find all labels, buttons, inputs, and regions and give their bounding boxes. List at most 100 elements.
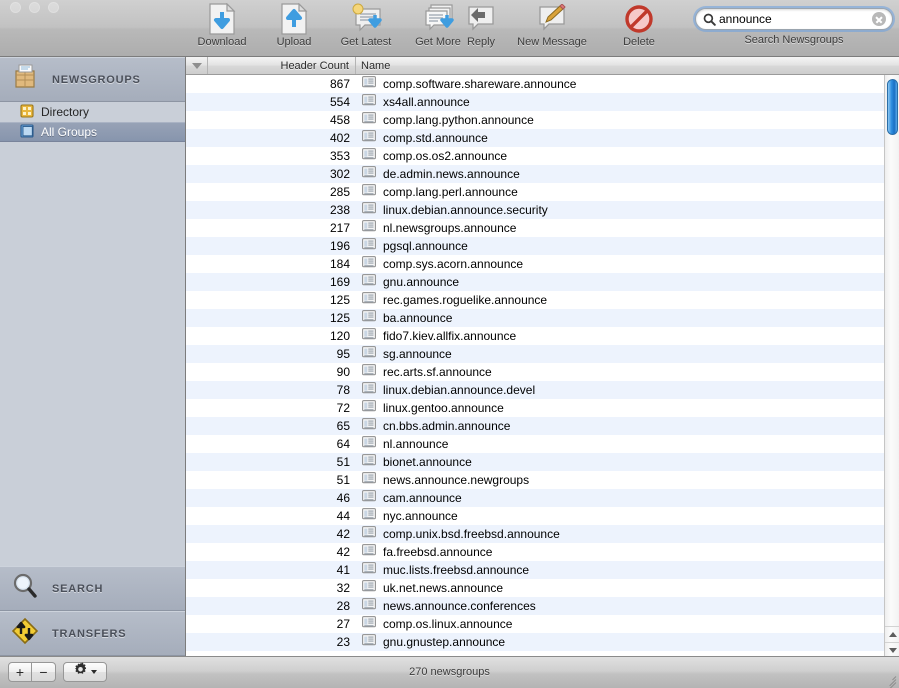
transfers-diamond-icon: [10, 616, 40, 651]
cell-name-label: comp.software.shareware.announce: [383, 77, 576, 91]
newsgroup-message-icon: [362, 634, 376, 650]
application-window: Download Upload: [0, 0, 899, 688]
cell-name-label: xs4all.announce: [383, 95, 470, 109]
table-row[interactable]: 120fido7.kiev.allfix.announce: [186, 327, 884, 345]
table-row[interactable]: 554xs4all.announce: [186, 93, 884, 111]
sort-column-header[interactable]: [186, 57, 208, 74]
cell-name: news.announce.newgroups: [356, 472, 884, 488]
scrollbar-thumb[interactable]: [887, 79, 898, 135]
table-row[interactable]: 64nl.announce: [186, 435, 884, 453]
newsgroup-message-icon: [362, 166, 376, 182]
table-row[interactable]: 90rec.arts.sf.announce: [186, 363, 884, 381]
table-row[interactable]: 42comp.unix.bsd.freebsd.announce: [186, 525, 884, 543]
close-button[interactable]: [10, 2, 21, 13]
sidebar-section-transfers[interactable]: TRANSFERS: [0, 611, 185, 656]
vertical-scrollbar[interactable]: [884, 75, 899, 656]
scroll-down-arrow-icon[interactable]: [885, 642, 899, 656]
newsgroup-message-icon: [362, 112, 376, 128]
cell-header-count: 41: [208, 563, 356, 577]
table-row[interactable]: 72 linux.gentoo.announce: [186, 399, 884, 417]
search-field[interactable]: [695, 8, 893, 30]
sidebar-section-search[interactable]: SEARCH: [0, 566, 185, 611]
table-row[interactable]: 285comp.lang.perl.announce: [186, 183, 884, 201]
cell-name: cam.announce: [356, 490, 884, 506]
newsgroup-message-icon: [362, 94, 376, 110]
table-row[interactable]: 27comp.os.linux.announce: [186, 615, 884, 633]
magnifier-icon: [10, 571, 40, 606]
table-row[interactable]: 46cam.announce: [186, 489, 884, 507]
newsgroup-message-icon: [362, 328, 376, 344]
table-row[interactable]: 44nyc.announce: [186, 507, 884, 525]
table-row[interactable]: 217nl.newsgroups.announce: [186, 219, 884, 237]
table-row[interactable]: 51news.announce.newgroups: [186, 471, 884, 489]
cell-name: muc.lists.freebsd.announce: [356, 562, 884, 578]
table-row[interactable]: 184comp.sys.acorn.announce: [186, 255, 884, 273]
table-row[interactable]: 32uk.net.news.announce: [186, 579, 884, 597]
scroll-up-arrow-icon[interactable]: [885, 626, 899, 642]
table-row[interactable]: 353comp.os.os2.announce: [186, 147, 884, 165]
cell-name-label: rec.games.roguelike.announce: [383, 293, 547, 307]
cell-name: comp.os.linux.announce: [356, 616, 884, 632]
cell-name-label: linux.gentoo.announce: [383, 401, 504, 415]
cell-header-count: 196: [208, 239, 356, 253]
cell-header-count: 46: [208, 491, 356, 505]
cell-header-count: 42: [208, 545, 356, 559]
table-row[interactable]: 196 pgsql.announce: [186, 237, 884, 255]
delete-button[interactable]: Delete: [603, 2, 675, 55]
cell-name: pgsql.announce: [356, 238, 884, 254]
cell-name: comp.lang.python.announce: [356, 112, 884, 128]
cell-name: xs4all.announce: [356, 94, 884, 110]
cell-name: linux.debian.announce.devel: [356, 382, 884, 398]
cell-header-count: 64: [208, 437, 356, 451]
zoom-button[interactable]: [48, 2, 59, 13]
cell-name-label: comp.lang.perl.announce: [383, 185, 518, 199]
table-row[interactable]: 65cn.bbs.admin.announce: [186, 417, 884, 435]
cell-name-label: ba.announce: [383, 311, 452, 325]
sidebar-header-newsgroups[interactable]: NEWSGROUPS: [0, 57, 185, 102]
cell-name-label: pgsql.announce: [383, 239, 468, 253]
cell-name-label: uk.net.news.announce: [383, 581, 503, 595]
minimize-button[interactable]: [29, 2, 40, 13]
cell-header-count: 72: [208, 401, 356, 415]
delete-prohibition-icon: [603, 2, 675, 36]
table-row[interactable]: 125ba.announce: [186, 309, 884, 327]
cell-name-label: news.announce.newgroups: [383, 473, 529, 487]
table-row[interactable]: 169gnu.announce: [186, 273, 884, 291]
resize-grip-icon[interactable]: [883, 672, 896, 685]
table-row[interactable]: 302de.admin.news.announce: [186, 165, 884, 183]
document-download-icon: [186, 2, 258, 36]
newsgroup-message-icon: [362, 490, 376, 506]
table-row[interactable]: 125rec.games.roguelike.announce: [186, 291, 884, 309]
table-row[interactable]: 867comp.software.shareware.announce: [186, 75, 884, 93]
newsgroups-crate-icon: [10, 62, 40, 97]
table-row[interactable]: 95sg.announce: [186, 345, 884, 363]
sidebar-bottom-sections: SEARCH TRANSFERS: [0, 566, 185, 656]
table-row[interactable]: 402comp.std.announce: [186, 129, 884, 147]
upload-button-label: Upload: [258, 36, 330, 48]
table-row[interactable]: 42fa.freebsd.announce: [186, 543, 884, 561]
cell-name-label: cn.bbs.admin.announce: [383, 419, 510, 433]
download-button[interactable]: Download: [186, 2, 258, 55]
descending-triangle-icon: [192, 63, 202, 69]
sidebar-item-directory[interactable]: Directory: [0, 102, 185, 122]
table-row[interactable]: 23gnu.gnustep.announce: [186, 633, 884, 651]
table-body: 867comp.software.shareware.announce554xs…: [186, 75, 884, 656]
search-input[interactable]: [719, 12, 872, 26]
new-message-button[interactable]: New Message: [507, 2, 597, 55]
get-latest-button[interactable]: Get Latest: [330, 2, 402, 55]
upload-button[interactable]: Upload: [258, 2, 330, 55]
table-row[interactable]: 41muc.lists.freebsd.announce: [186, 561, 884, 579]
cell-name: nyc.announce: [356, 508, 884, 524]
table-row[interactable]: 238linux.debian.announce.security: [186, 201, 884, 219]
table-row[interactable]: 458comp.lang.python.announce: [186, 111, 884, 129]
column-header-header-count[interactable]: Header Count: [208, 57, 356, 74]
column-header-name[interactable]: Name: [356, 57, 899, 74]
cell-name: comp.std.announce: [356, 130, 884, 146]
clear-x-icon[interactable]: [872, 12, 886, 26]
table-row[interactable]: 28news.announce.conferences: [186, 597, 884, 615]
table-row[interactable]: 51bionet.announce: [186, 453, 884, 471]
sidebar: NEWSGROUPS Directory: [0, 57, 186, 656]
sidebar-item-all-groups[interactable]: All Groups: [0, 122, 185, 142]
table-row[interactable]: 78linux.debian.announce.devel: [186, 381, 884, 399]
cell-header-count: 402: [208, 131, 356, 145]
